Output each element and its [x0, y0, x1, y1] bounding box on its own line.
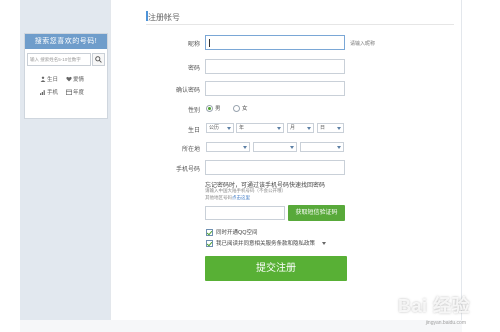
confirm-password-label: 确认密码 [175, 88, 200, 94]
location-province-select[interactable] [253, 142, 297, 152]
link-love-label: 爱情 [73, 77, 85, 83]
search-icon [95, 56, 102, 63]
radio-selected-icon [206, 104, 213, 112]
chevron-down-icon [243, 146, 247, 149]
bottom-area [20, 320, 462, 332]
other-region-hint: 其他地区号码点击这里 [205, 195, 250, 201]
birth-day-value: 日 [320, 125, 326, 131]
phone-field[interactable] [205, 160, 345, 175]
get-sms-code-button[interactable]: 获取短信验证码 [288, 205, 345, 221]
birth-year-value: 年 [239, 125, 245, 131]
title-divider [146, 24, 454, 25]
birthday-label: 生日 [187, 128, 200, 134]
chevron-down-icon [227, 127, 231, 130]
signal-icon [40, 90, 45, 95]
birth-month-value: 月 [290, 125, 296, 131]
chevron-down-icon [307, 127, 311, 130]
radio-empty-icon [233, 104, 240, 112]
birth-month-select[interactable]: 月 [287, 123, 314, 133]
link-phone[interactable]: 手机 [40, 88, 58, 96]
calendar-type-select[interactable]: 公历 [206, 123, 234, 133]
location-label: 所在地 [181, 147, 200, 153]
birth-year-select[interactable]: 年 [236, 123, 284, 133]
calendar-icon [66, 89, 72, 95]
gender-male-radio[interactable]: 男 [206, 104, 221, 112]
link-birthday-label: 生日 [47, 77, 59, 83]
watermark-url: jingyan.baidu.com [425, 320, 466, 326]
password-field[interactable] [205, 59, 345, 74]
link-birthday[interactable]: 生日 [40, 75, 58, 83]
chevron-down-icon [337, 127, 341, 130]
registration-page: 搜索您喜欢的号码! 输入 搜索姓名5-10位数字 生日 爱情 手机 年度 注册帐… [0, 0, 500, 332]
location-country-select[interactable] [206, 142, 250, 152]
link-year[interactable]: 年度 [66, 88, 84, 96]
nickname-hint: 请输入昵称 [350, 41, 376, 47]
nickname-field[interactable] [205, 35, 345, 50]
chevron-down-icon [290, 146, 294, 149]
gender-female-label: 女 [242, 106, 248, 112]
phone-label: 手机号码 [175, 167, 200, 173]
people-icon [40, 76, 46, 82]
confirm-password-field[interactable] [205, 81, 345, 96]
submit-registration-button[interactable]: 提交注册 [205, 256, 347, 281]
link-phone-label: 手机 [47, 90, 59, 96]
chevron-down-icon [277, 127, 281, 130]
text-caret [209, 39, 210, 47]
number-search-input[interactable]: 输入 搜索姓名5-10位数字 [27, 53, 91, 66]
terms-expand-icon[interactable] [322, 241, 327, 245]
sms-code-field[interactable] [205, 206, 285, 220]
other-region-text: 其他地区号码 [205, 195, 232, 200]
link-love[interactable]: 爱情 [66, 75, 84, 83]
open-qzone-checkbox[interactable]: 同时开通QQ空间 [206, 228, 258, 236]
agree-terms-checkbox[interactable]: 我已阅读并同意相关服务条款和隐私政策 [206, 239, 327, 247]
birth-day-select[interactable]: 日 [317, 123, 344, 133]
phone-hint: 请输入中国大陆手机号码（不会公开哦） [205, 188, 286, 193]
agree-terms-label: 我已阅读并同意相关服务条款和隐私政策 [216, 241, 316, 247]
search-button[interactable] [92, 53, 105, 66]
gender-label: 性别 [187, 108, 200, 114]
section-title: 注册帐号 [148, 13, 180, 22]
other-region-link[interactable]: 点击这里 [232, 195, 250, 200]
gender-male-label: 男 [215, 106, 221, 112]
checkbox-checked-icon [206, 228, 213, 236]
password-label: 密码 [187, 66, 200, 72]
search-widget-header: 搜索您喜欢的号码! [25, 34, 107, 49]
heart-icon [66, 76, 72, 82]
number-search-widget: 搜索您喜欢的号码! 输入 搜索姓名5-10位数字 生日 爱情 手机 年度 [24, 33, 108, 119]
calendar-type-value: 公历 [209, 125, 220, 131]
nickname-label: 昵称 [187, 42, 200, 48]
location-city-select[interactable] [300, 142, 344, 152]
baidu-jingyan-watermark: Bai 经验 [397, 296, 470, 316]
open-qzone-label: 同时开通QQ空间 [216, 230, 258, 236]
chevron-down-icon [337, 146, 341, 149]
gender-female-radio[interactable]: 女 [233, 104, 248, 112]
link-year-label: 年度 [73, 90, 85, 96]
checkbox-checked-icon [206, 239, 213, 247]
